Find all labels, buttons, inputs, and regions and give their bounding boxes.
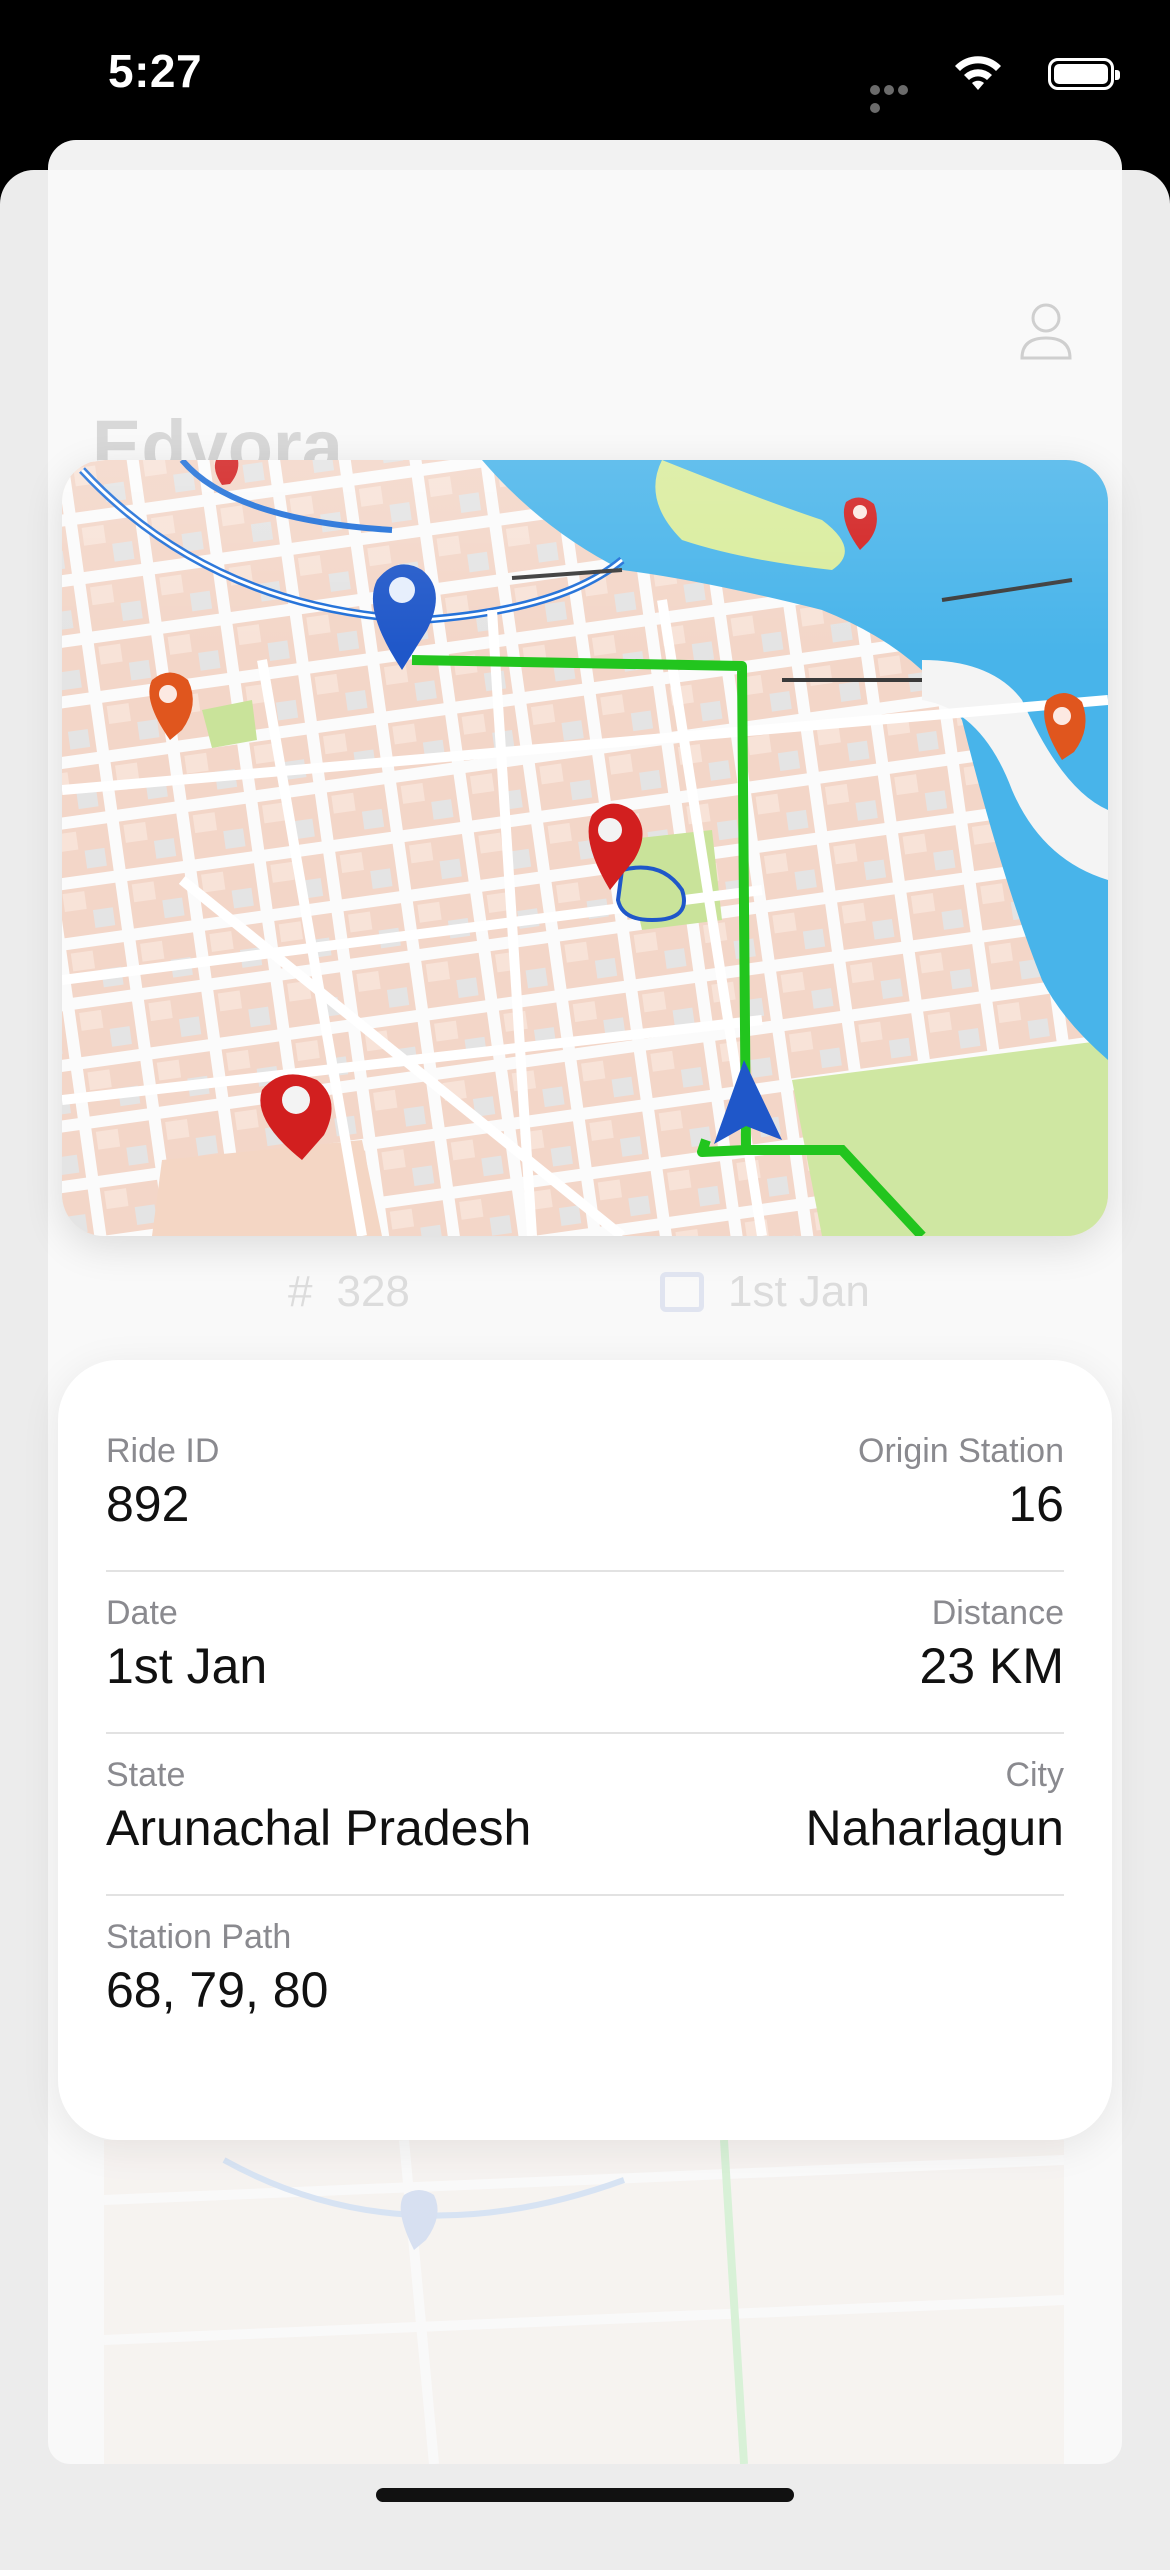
state-label: State bbox=[106, 1756, 186, 1794]
ride-details-card: Ride ID 892 Origin Station 16 Date 1st J… bbox=[58, 1360, 1112, 2140]
station-path-label: Station Path bbox=[106, 1918, 292, 1956]
profile-icon[interactable] bbox=[1018, 300, 1074, 360]
station-path-field: Station Path 68, 79, 80 bbox=[106, 1846, 328, 2019]
city-label: City bbox=[1005, 1756, 1064, 1794]
next-card-map-preview bbox=[104, 2140, 1064, 2464]
ride-id-label: Ride ID bbox=[106, 1432, 220, 1470]
origin-station-field: Origin Station 16 bbox=[858, 1360, 1064, 1533]
home-indicator[interactable] bbox=[376, 2488, 794, 2502]
battery-icon bbox=[1048, 58, 1120, 90]
city-field: City Naharlagun bbox=[805, 1684, 1064, 1857]
ghost-ride-id: # 328 bbox=[288, 1262, 410, 1322]
ghost-ride-id-value: 328 bbox=[336, 1267, 410, 1316]
status-bar: 5:27 bbox=[0, 0, 1170, 150]
ride-id-field: Ride ID 892 bbox=[106, 1360, 219, 1533]
date-label: Date bbox=[106, 1594, 178, 1632]
date-field: Date 1st Jan bbox=[106, 1522, 267, 1695]
status-time: 5:27 bbox=[108, 45, 203, 97]
distance-label: Distance bbox=[931, 1594, 1064, 1632]
hash-icon: # bbox=[288, 1267, 313, 1316]
details-row-date: Date 1st Jan Distance 23 KM bbox=[106, 1522, 1064, 1694]
ghost-date: 1st Jan bbox=[660, 1262, 870, 1322]
calendar-icon bbox=[660, 1272, 704, 1312]
distance-field: Distance 23 KM bbox=[919, 1522, 1064, 1695]
details-row-location: State Arunachal Pradesh City Naharlagun bbox=[106, 1684, 1064, 1856]
details-row-id: Ride ID 892 Origin Station 16 bbox=[106, 1360, 1064, 1532]
origin-station-label: Origin Station bbox=[858, 1432, 1064, 1470]
station-path-value: 68, 79, 80 bbox=[106, 1962, 329, 2018]
state-field: State Arunachal Pradesh bbox=[106, 1684, 531, 1857]
details-row-path: Station Path 68, 79, 80 bbox=[106, 1846, 1064, 2018]
ride-map-image bbox=[62, 460, 1108, 1236]
wifi-icon bbox=[955, 56, 1001, 90]
signal-dots-icon bbox=[870, 82, 924, 113]
ghost-date-value: 1st Jan bbox=[728, 1267, 870, 1316]
